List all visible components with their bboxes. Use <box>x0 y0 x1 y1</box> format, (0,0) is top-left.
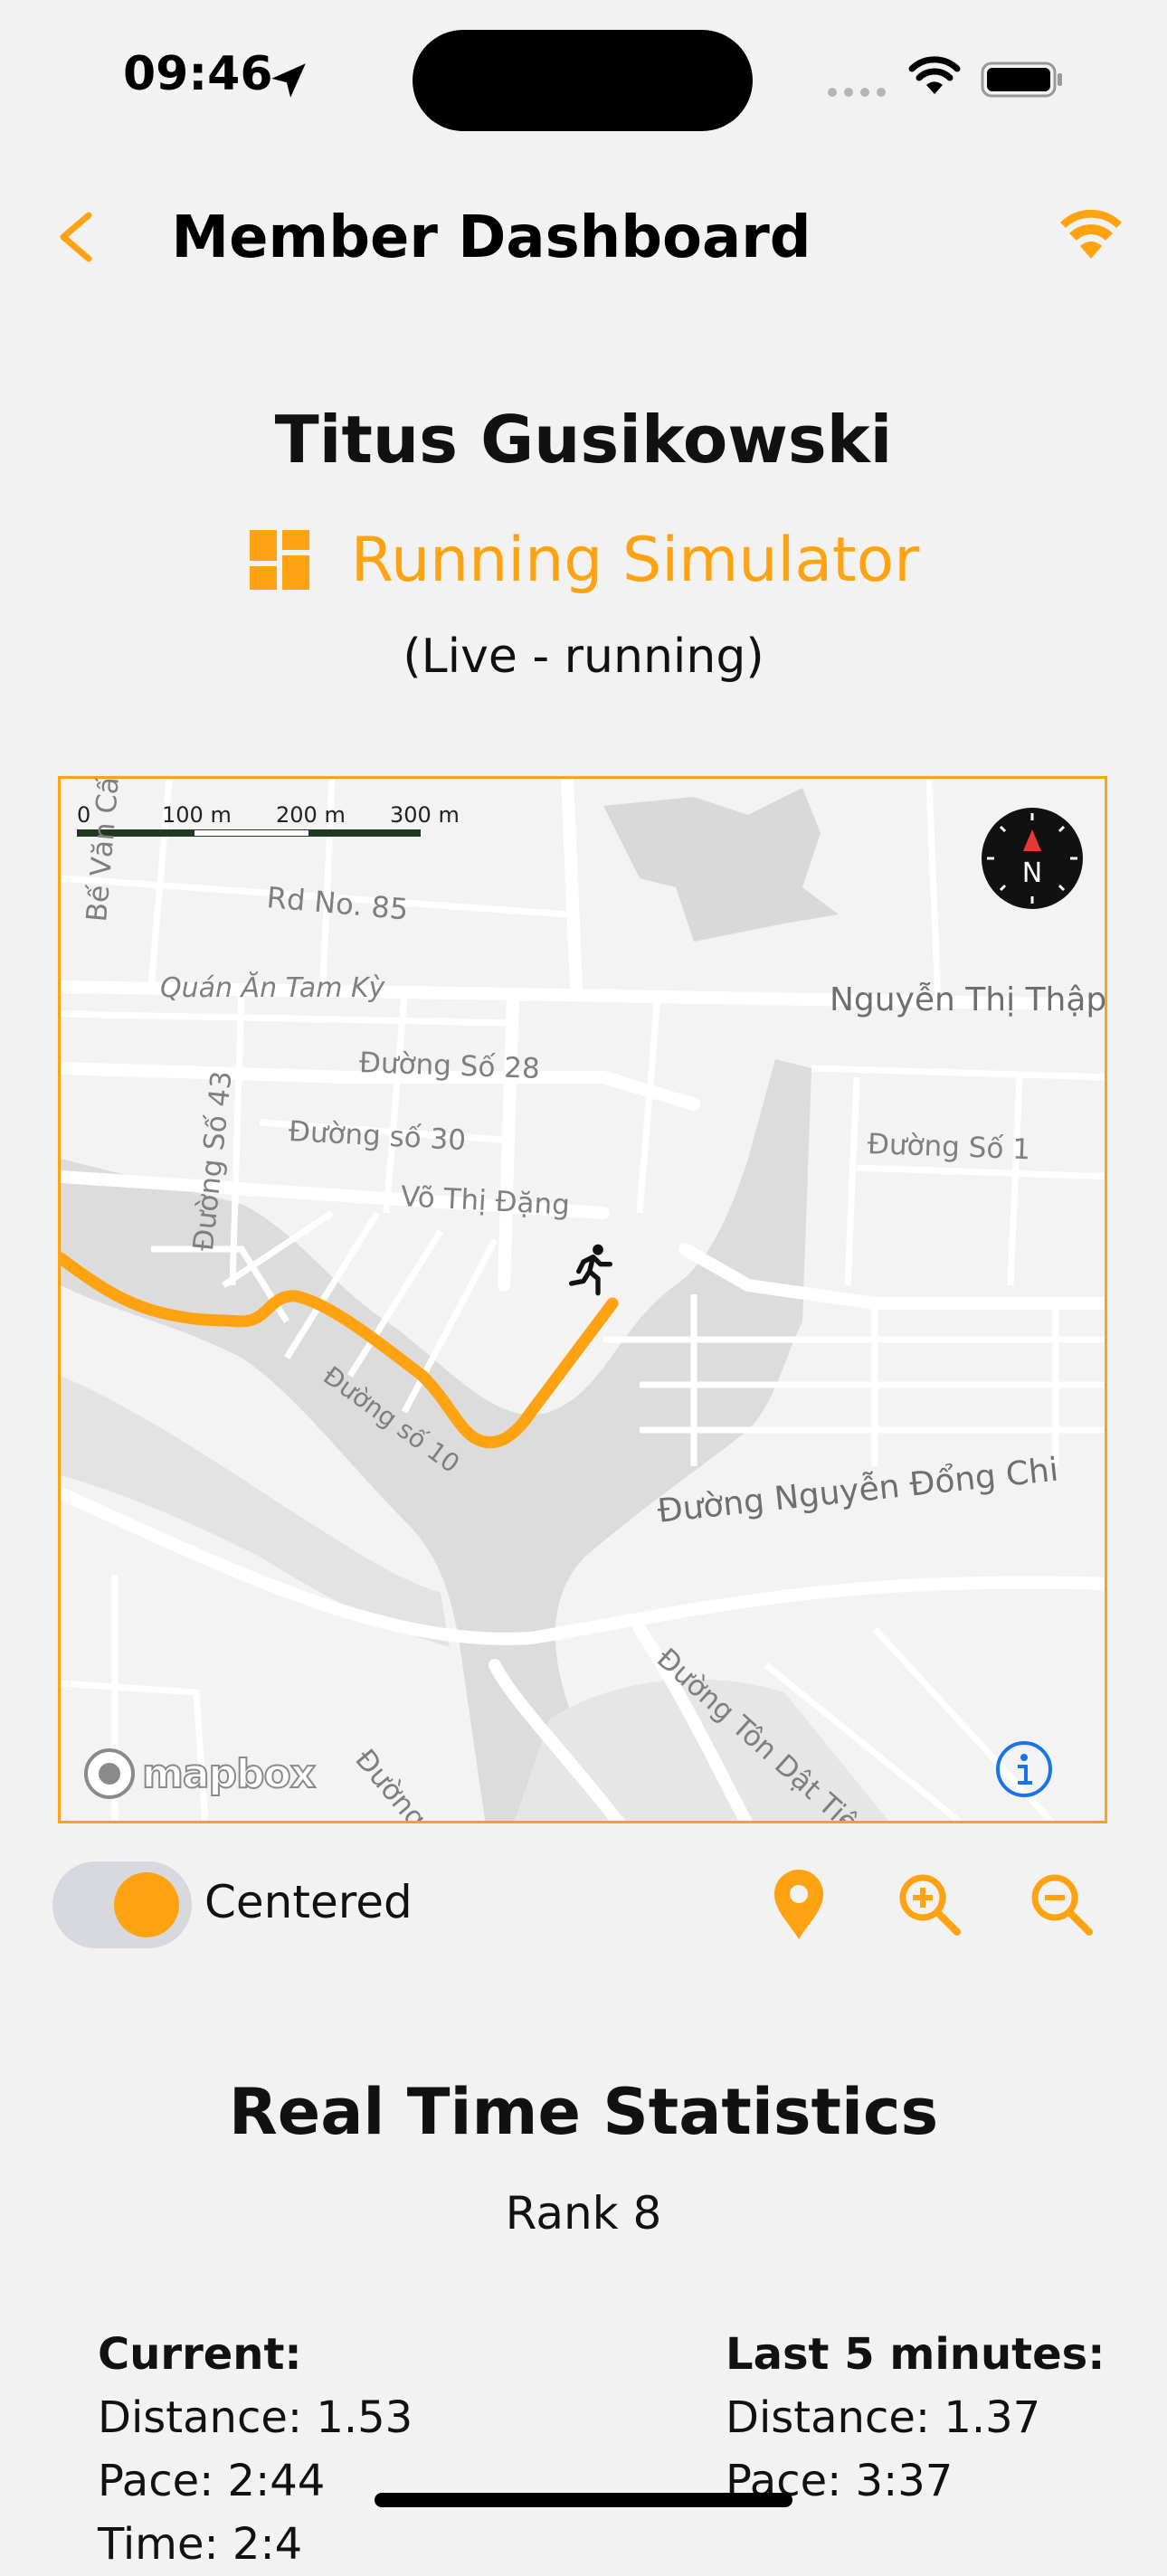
last5-stats: Last 5 minutes: Distance: 1.37 Pace: 3:3… <box>726 2323 1105 2513</box>
current-stats: Current: Distance: 1.53 Pace: 2:44 Time:… <box>98 2323 413 2576</box>
cellular-dots-icon <box>828 88 886 97</box>
current-time: Time: 2:4 <box>98 2519 303 2570</box>
current-distance: Distance: 1.53 <box>98 2392 413 2443</box>
mapbox-logo[interactable]: mapbox <box>82 1747 317 1801</box>
info-icon[interactable] <box>994 1739 1054 1799</box>
scale-label: 200 m <box>276 802 346 828</box>
scale-label: 300 m <box>390 802 460 828</box>
street-label: Quán Ăn Tam Kỳ <box>160 972 385 1004</box>
compass-icon[interactable]: N <box>980 806 1085 911</box>
mapbox-mark-icon <box>84 1748 135 1799</box>
activity-row: Running Simulator <box>0 519 1167 601</box>
stats-title: Real Time Statistics <box>228 2075 939 2149</box>
map-view[interactable]: 0 100 m 200 m 300 m Bế Văn Cấm Rd No. 85… <box>58 776 1107 1823</box>
zoom-in-icon[interactable] <box>896 1870 963 1937</box>
scale-label: 100 m <box>162 802 232 828</box>
last5-distance: Distance: 1.37 <box>726 2392 1041 2443</box>
centered-label: Centered <box>204 1876 413 1928</box>
nav-title: Member Dashboard <box>171 204 811 271</box>
compass-letter: N <box>1022 857 1042 889</box>
battery-icon <box>981 62 1062 98</box>
status-time: 09:46 <box>123 47 273 101</box>
map-base <box>61 779 1105 1821</box>
dashboard-grid-icon <box>249 530 309 590</box>
member-name: Titus Gusikowski <box>274 402 893 478</box>
dynamic-island <box>413 30 753 131</box>
home-indicator <box>375 2493 792 2507</box>
mapbox-wordmark: mapbox <box>141 1750 317 1798</box>
current-heading: Current: <box>98 2329 302 2380</box>
last5-heading: Last 5 minutes: <box>726 2329 1105 2380</box>
street-label: Đường Số 1 <box>867 1128 1031 1167</box>
street-label: Đường Số 28 <box>358 1046 541 1085</box>
centered-toggle[interactable] <box>52 1861 192 1948</box>
runner-icon <box>569 1244 612 1296</box>
broadcast-icon[interactable] <box>1058 210 1124 260</box>
zoom-out-icon[interactable] <box>1028 1870 1095 1937</box>
rank-label: Rank 8 <box>505 2187 662 2240</box>
wifi-icon <box>908 56 961 94</box>
location-pin-icon[interactable] <box>771 1869 827 1941</box>
live-status: (Live - running) <box>403 630 764 684</box>
toggle-knob <box>114 1872 179 1937</box>
current-pace: Pace: 2:44 <box>98 2456 326 2506</box>
activity-name: Running Simulator <box>350 524 920 596</box>
location-arrow-icon <box>271 63 306 98</box>
street-label: Nguyễn Thị Thập <box>830 981 1107 1018</box>
